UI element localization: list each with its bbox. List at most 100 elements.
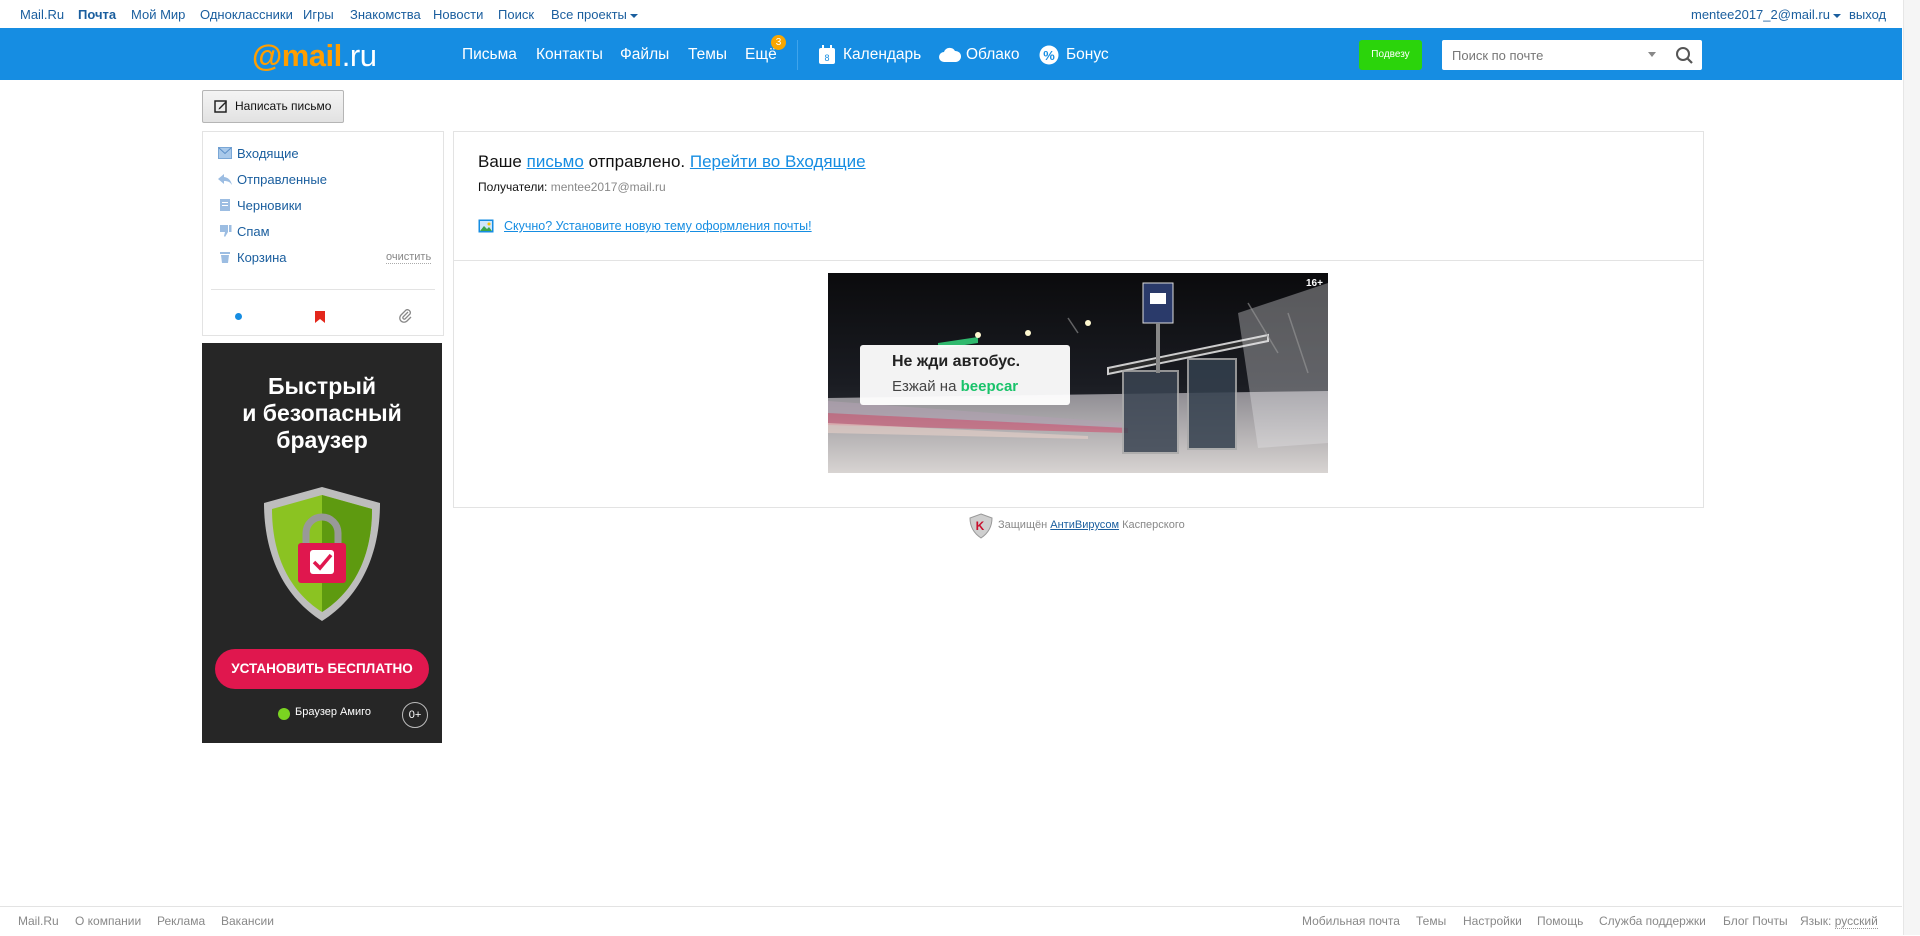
attachment-filter-icon[interactable] [399,309,413,328]
ad-headline-line: и безопасный [242,400,402,426]
new-theme-link[interactable]: Скучно? Установите новую тему оформления… [504,219,812,233]
nav-oblako[interactable]: Облако [966,46,1019,64]
flag-filter-icon[interactable] [315,310,325,328]
footer-link-mailru[interactable]: Mail.Ru [18,914,59,928]
portal-link-znakomstva[interactable]: Знакомства [350,7,421,22]
go-to-inbox-link[interactable]: Перейти во Входящие [690,152,866,171]
nav-bonus[interactable]: Бонус [1066,46,1109,64]
nav-faily[interactable]: Файлы [620,46,669,64]
portal-link-odnoklassniki[interactable]: Одноклассники [200,7,293,22]
portal-link-mailru[interactable]: Mail.Ru [20,7,64,22]
more-badge: 3 [771,35,786,50]
chevron-down-icon [629,13,638,18]
footer-link-temy[interactable]: Темы [1416,914,1446,928]
svg-text:8: 8 [824,53,829,63]
kaspersky-suffix: Касперского [1122,519,1185,531]
banner-age-rating: 16+ [1306,278,1323,289]
footer-link-pomosch[interactable]: Помощь [1537,914,1583,928]
clear-trash-link[interactable]: очистить [386,251,432,264]
nav-temy[interactable]: Темы [688,46,727,64]
panel-divider [454,260,1703,261]
logo-at: @ [252,38,282,73]
portal-link-moi-mir[interactable]: Мой Мир [131,7,185,22]
amigo-browser-ad[interactable]: Быстрый и безопасный браузер УСТАНОВИТЬ … [202,343,442,743]
unread-filter-dot-icon[interactable] [235,313,242,320]
search-button[interactable] [1667,40,1702,70]
folder-list: Входящие Отправленные Черновики Спам Кор… [202,131,444,336]
portal-link-pochta[interactable]: Почта [78,7,116,22]
nav-eshche[interactable]: Ещё [745,46,777,64]
ad-headline-line: Быстрый [267,373,377,399]
portal-link-novosti[interactable]: Новости [433,7,483,22]
footer-link-nastroiki[interactable]: Настройки [1463,914,1522,928]
draft-document-icon [220,199,230,211]
msg-prefix: Ваше [478,152,522,171]
footer-language: Язык: русский [1800,914,1878,929]
page-scrollbar[interactable] [1903,0,1920,935]
ad-age-rating: 0+ [402,702,428,728]
footer-link-mobile-mail[interactable]: Мобильная почта [1302,914,1400,928]
main-header: @mail.ru Письма Контакты Файлы Темы Ещё … [0,28,1902,80]
folder-divider [211,289,435,290]
ad-headline-line: браузер [276,427,368,453]
svg-text:K: K [976,519,985,533]
folder-label: Корзина [237,250,287,265]
compose-label: Написать письмо [235,99,332,113]
picture-icon [478,219,494,233]
install-free-button[interactable]: УСТАНОВИТЬ БЕСПЛАТНО [215,649,429,689]
footer-link-vakansii[interactable]: Вакансии [221,914,274,928]
portal-link-igry[interactable]: Игры [303,7,334,22]
sent-confirmation-panel: Ваше письмо отправлено. Перейти во Входя… [453,131,1704,508]
folder-label: Спам [237,224,270,239]
compose-button[interactable]: Написать письмо [202,90,344,123]
mailru-logo[interactable]: @mail.ru [252,38,377,74]
reply-arrow-icon [218,174,232,185]
podvezu-button[interactable]: Подвезу [1359,40,1422,70]
nav-pisma[interactable]: Письма [462,46,517,64]
nav-kontakty[interactable]: Контакты [536,46,603,64]
header-divider [797,40,798,70]
search-box [1442,40,1702,70]
footer-link-support[interactable]: Служба поддержки [1599,914,1706,928]
nav-kalendar[interactable]: Календарь [843,46,921,64]
all-projects-label: Все проекты [551,7,627,22]
banner-subline: Езжай на beepcar [892,378,1018,395]
language-label: Язык: [1800,914,1832,928]
cloud-icon [939,47,962,67]
kaspersky-shield-icon: K [969,513,993,539]
portal-link-poisk[interactable]: Поиск [498,7,534,22]
logo-mail: mail [281,38,343,73]
calendar-icon: 8 [818,45,836,70]
kaspersky-prefix: Защищён [998,519,1048,531]
kaspersky-text: Защищён АнтиВирусом Касперского [998,519,1185,531]
banner-text-card: Не жди автобус. Езжай на beepcar [860,345,1070,405]
footer-link-reklama[interactable]: Реклама [157,914,205,928]
language-selector[interactable]: русский [1834,914,1878,929]
portal-all-projects[interactable]: Все проекты [551,7,638,22]
user-menu[interactable]: mentee2017_2@mail.ru [1691,7,1841,22]
ad-headline: Быстрый и безопасный браузер [202,373,442,454]
page-footer: Mail.Ru О компании Реклама Вакансии Моби… [0,906,1902,936]
search-input[interactable] [1442,40,1642,70]
footer-link-o-kompanii[interactable]: О компании [75,914,141,928]
logo-ru: ru [349,38,377,73]
chevron-down-icon [1832,13,1841,18]
beepcar-banner[interactable]: Не жди автобус. Езжай на beepcar 16+ [828,273,1328,473]
footer-link-blog[interactable]: Блог Почты [1723,914,1788,928]
trash-icon [220,252,230,263]
envelope-icon [218,147,232,159]
portal-bar: Mail.Ru Почта Мой Мир Одноклассники Игры… [0,0,1900,28]
logout-link[interactable]: выход [1849,7,1886,22]
user-email: mentee2017_2@mail.ru [1691,7,1830,22]
amigo-logo-icon [278,708,290,720]
ad-brand-label: Браузер Амиго [295,706,371,718]
sent-message: Ваше письмо отправлено. Перейти во Входя… [478,152,866,172]
logo-dot: . [341,38,351,73]
antivirus-link[interactable]: АнтиВирусом [1050,519,1119,531]
search-options-chevron-icon[interactable] [1648,52,1656,57]
recipients-value: mentee2017@mail.ru [550,180,666,194]
thumbs-down-icon [220,225,232,237]
shield-lock-icon [264,487,380,621]
compose-icon [214,100,227,113]
sent-letter-link[interactable]: письмо [527,152,584,171]
